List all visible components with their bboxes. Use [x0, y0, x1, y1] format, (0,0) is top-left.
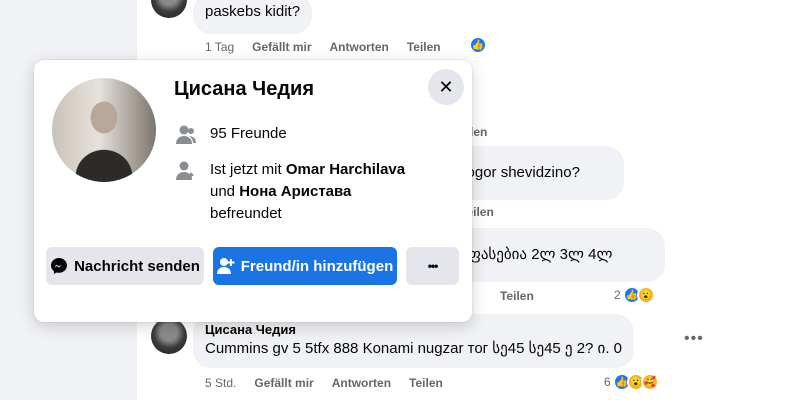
reaction-count: 6 [604, 375, 611, 389]
reaction-summary[interactable]: 👍 [469, 36, 487, 54]
friendship-row: Ist jetzt mit Omar Harchilava und Нона А… [174, 159, 405, 225]
reply-link[interactable]: Antworten [330, 40, 389, 54]
like-reaction-icon: 👍 [469, 36, 487, 54]
comment-text: კა ფასებია 2ლ 3ლ 4ლ [449, 246, 613, 263]
profile-hovercard: Цисана Чедия ✕ 95 Freunde Ist jetzt mit … [34, 60, 472, 322]
add-friend-button[interactable]: Freund/in hinzufügen [213, 247, 397, 285]
friendship-text: Ist jetzt mit Omar Harchilava und Нона А… [210, 159, 405, 225]
mutual-friend-link[interactable]: Нона Аристава [239, 183, 351, 200]
friendship-suffix: befreundet [210, 205, 282, 222]
friendship-prefix: Ist jetzt mit [210, 161, 282, 178]
comment-options-icon[interactable]: ••• [684, 330, 704, 348]
send-message-button[interactable]: Nachricht senden [46, 247, 204, 285]
profile-photo[interactable] [52, 78, 156, 182]
add-friend-label: Freund/in hinzufügen [240, 257, 394, 275]
comment-text: paskebs kidit? [205, 3, 301, 20]
reaction-count: 2 [614, 288, 621, 302]
like-link[interactable]: Gefällt mir [254, 376, 313, 390]
reaction-summary[interactable]: 2 👍 😮 [614, 286, 655, 304]
comment-timestamp[interactable]: 5 Std. [205, 376, 236, 390]
wow-reaction-icon: 😮 [636, 286, 655, 304]
reaction-summary[interactable]: 6 👍 😮 🥰 [604, 373, 659, 391]
profile-name[interactable]: Цисана Чедия [174, 78, 314, 101]
comment-actions: 1 Tag Gefällt mir Antworten Teilen [205, 40, 441, 54]
close-icon: ✕ [438, 76, 454, 97]
friends-count-row: 95 Freunde [174, 123, 287, 147]
comment-author[interactable]: Цисана Чедия [205, 322, 622, 337]
new-friends-icon [174, 159, 198, 183]
comment-bubble: Цисана Чедия Cummins gv 5 5tfx 888 Konam… [193, 314, 634, 368]
friends-count[interactable]: 95 Freunde [210, 123, 287, 145]
comment-actions: 5 Std. Gefällt mir Antworten Teilen [205, 376, 443, 390]
share-link[interactable]: Teilen [409, 376, 443, 390]
comment-actions: Teilen [500, 289, 534, 303]
commenter-avatar[interactable] [151, 0, 187, 18]
comment-text: Cummins gv 5 5tfx 888 Konami nugzar тог … [205, 340, 622, 357]
reply-link[interactable]: Antworten [332, 376, 391, 390]
close-button[interactable]: ✕ [428, 69, 464, 105]
add-friend-icon [216, 258, 235, 274]
commenter-avatar[interactable] [151, 318, 187, 354]
share-link[interactable]: Teilen [407, 40, 441, 54]
messenger-icon [51, 258, 68, 274]
more-options-button[interactable]: ••• [406, 247, 459, 285]
comment-bubble: paskebs kidit? [193, 0, 313, 34]
like-link[interactable]: Gefällt mir [252, 40, 311, 54]
friendship-conj: und [210, 183, 236, 200]
more-options-icon: ••• [427, 259, 439, 273]
mutual-friend-link[interactable]: Omar Harchilava [286, 161, 405, 178]
comment-timestamp[interactable]: 1 Tag [205, 40, 234, 54]
care-reaction-icon: 🥰 [640, 373, 659, 391]
share-link[interactable]: Teilen [500, 289, 534, 303]
send-message-label: Nachricht senden [74, 257, 200, 275]
friends-icon [174, 123, 198, 147]
